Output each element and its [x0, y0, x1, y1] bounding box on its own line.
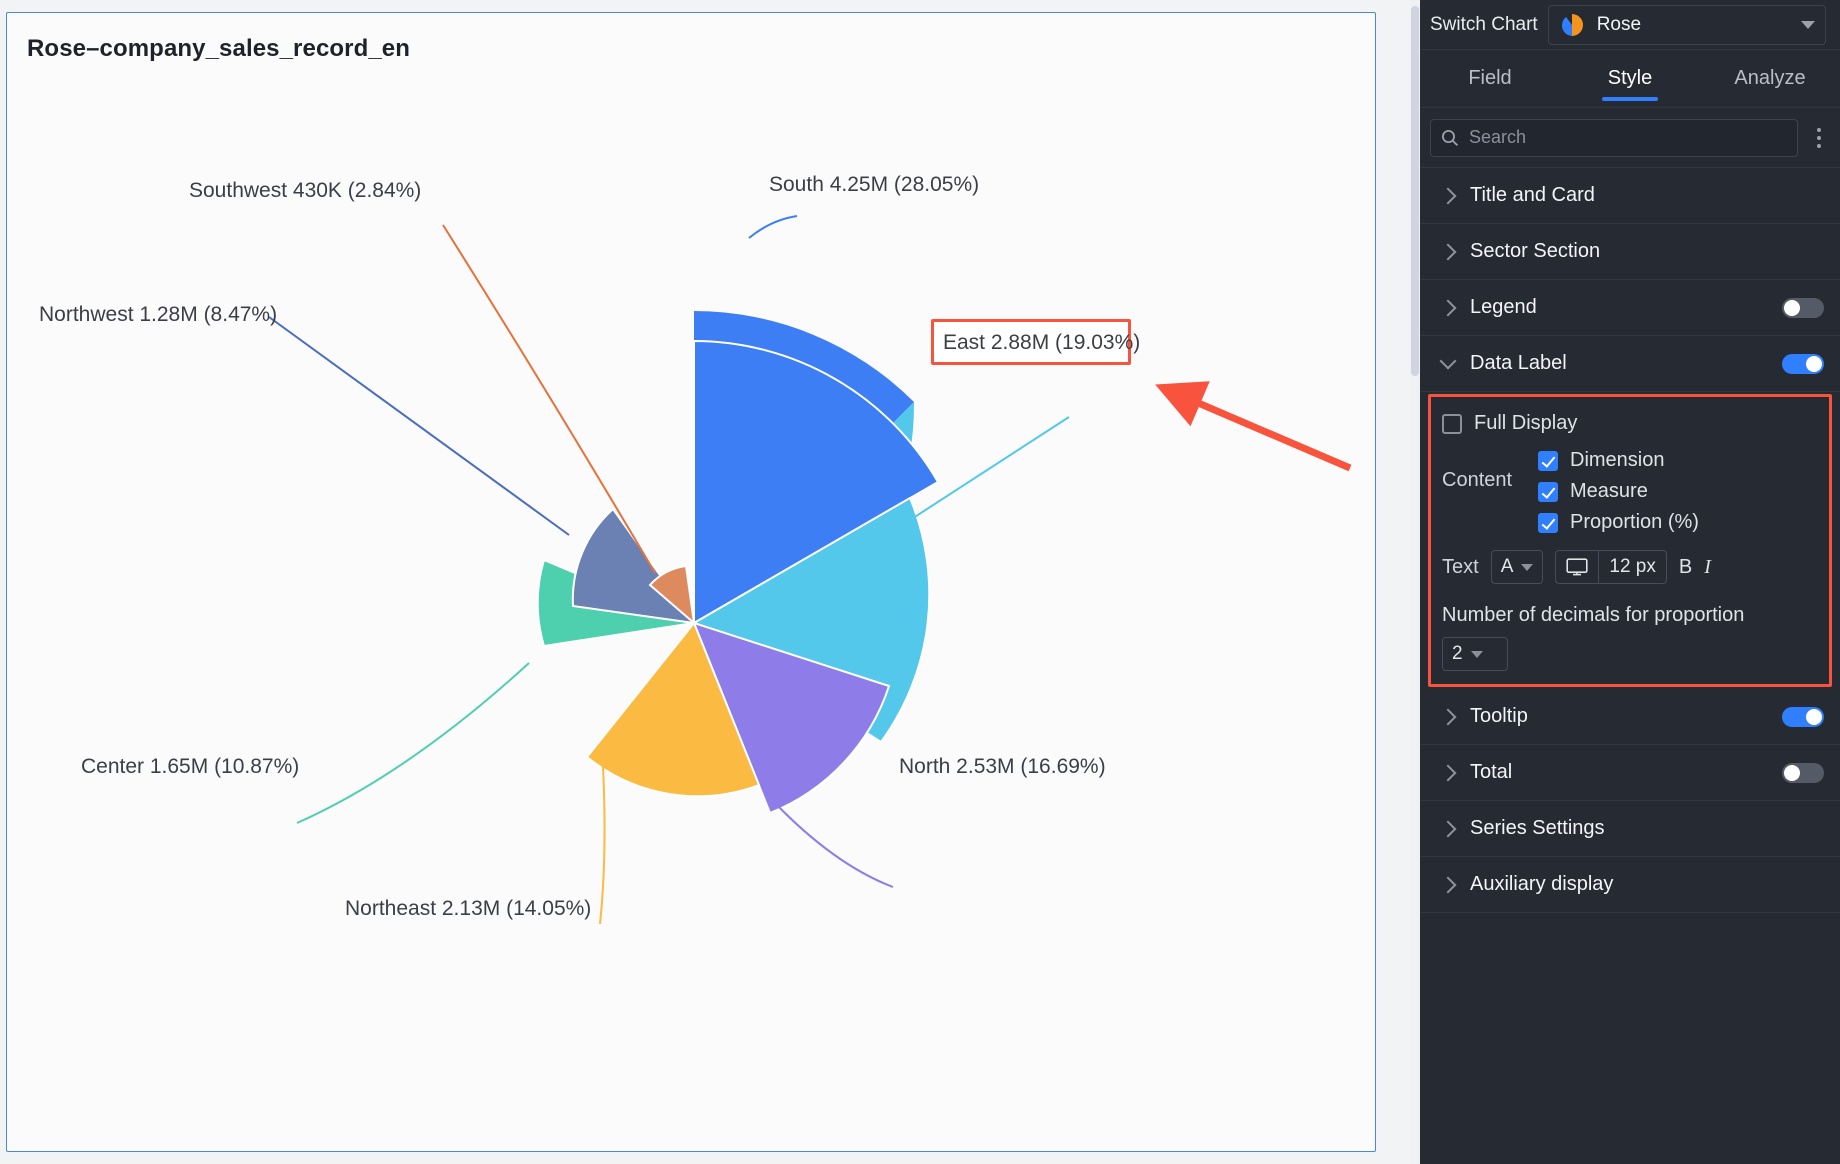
- text-style-row: Text A 12 px B I: [1442, 550, 1824, 584]
- chart-type-select[interactable]: Rose: [1547, 4, 1826, 45]
- chart-card[interactable]: Rose–company_sales_record_en South 4.25M…: [6, 12, 1376, 1152]
- content-option-dimension[interactable]: Dimension: [1538, 449, 1699, 472]
- chevron-down-icon: [1521, 563, 1534, 571]
- font-size-value[interactable]: 12 px: [1598, 551, 1665, 583]
- section-label: Title and Card: [1470, 184, 1595, 206]
- chevron-right-icon: [1439, 820, 1457, 837]
- chevron-down-icon: [1439, 352, 1457, 370]
- rose-chart-icon: [1561, 13, 1583, 36]
- bold-button[interactable]: B: [1679, 556, 1692, 579]
- font-family-select[interactable]: A: [1490, 550, 1544, 584]
- section-label: Legend: [1470, 296, 1537, 318]
- section-label: Series Settings: [1470, 817, 1605, 839]
- decimals-value: 2: [1452, 643, 1463, 664]
- section-data-label[interactable]: Data Label: [1420, 336, 1840, 392]
- proportion-checkbox[interactable]: [1538, 512, 1558, 533]
- chart-canvas-area: Rose–company_sales_record_en South 4.25M…: [0, 0, 1410, 1164]
- legend-toggle[interactable]: [1782, 297, 1824, 318]
- style-panel: Switch Chart Rose Field Style Analyze Se…: [1410, 0, 1840, 1164]
- content-option-proportion[interactable]: Proportion (%): [1538, 511, 1699, 534]
- text-label: Text: [1442, 555, 1479, 578]
- rose-sectors-final: [536, 339, 940, 815]
- section-label: Total: [1470, 761, 1513, 783]
- panel-tabs: Field Style Analyze: [1420, 50, 1840, 108]
- leader-line-northwest: [268, 316, 570, 536]
- data-label-south: South 4.25M (28.05%): [769, 173, 980, 196]
- full-display-checkbox[interactable]: [1442, 413, 1462, 434]
- decimals-title: Number of decimals for proportion: [1442, 604, 1745, 626]
- dimension-label: Dimension: [1570, 449, 1665, 471]
- tab-field[interactable]: Field: [1420, 50, 1560, 107]
- search-icon: [1442, 129, 1459, 146]
- panel-scrollbar-thumb[interactable]: [1411, 6, 1419, 376]
- chevron-right-icon: [1439, 764, 1457, 781]
- section-legend[interactable]: Legend: [1420, 280, 1840, 336]
- data-label-southwest: Southwest 430K (2.84%): [189, 179, 422, 202]
- content-option-measure[interactable]: Measure: [1538, 480, 1699, 503]
- section-label: Data Label: [1470, 352, 1567, 374]
- data-label-northwest: Northwest 1.28M (8.47%): [39, 303, 278, 326]
- section-title-and-card[interactable]: Title and Card: [1420, 168, 1840, 224]
- total-toggle[interactable]: [1782, 762, 1824, 783]
- dimension-checkbox[interactable]: [1538, 450, 1558, 471]
- proportion-label: Proportion (%): [1570, 511, 1699, 533]
- decimals-select[interactable]: 2: [1442, 637, 1508, 671]
- monitor-icon: [1566, 558, 1588, 576]
- panel-search-row: [1420, 108, 1840, 168]
- chart-type-name: Rose: [1596, 13, 1642, 35]
- section-series-settings[interactable]: Series Settings: [1420, 801, 1840, 857]
- data-label-north: North 2.53M (16.69%): [899, 755, 1106, 778]
- section-tooltip[interactable]: Tooltip: [1420, 689, 1840, 745]
- tooltip-toggle[interactable]: [1782, 706, 1824, 727]
- data-label-east: East 2.88M (19.03%): [943, 331, 1141, 354]
- section-label: Auxiliary display: [1470, 873, 1614, 895]
- data-label-toggle[interactable]: [1782, 353, 1824, 374]
- chevron-right-icon: [1439, 708, 1457, 725]
- screen-size-icon-cell[interactable]: [1556, 551, 1598, 583]
- data-label-center: Center 1.65M (10.87%): [81, 755, 300, 778]
- content-label: Content: [1442, 469, 1513, 491]
- section-total[interactable]: Total: [1420, 745, 1840, 801]
- leader-line-north: [774, 802, 894, 888]
- chevron-right-icon: [1439, 187, 1457, 204]
- chevron-down-icon: [1470, 650, 1483, 658]
- search-box[interactable]: [1430, 118, 1798, 157]
- font-family-value: A: [1500, 556, 1514, 577]
- section-auxiliary-display[interactable]: Auxiliary display: [1420, 857, 1840, 913]
- panel-more-options-icon[interactable]: [1808, 127, 1830, 148]
- leader-line-center: [296, 662, 530, 824]
- data-label-settings: Full Display Content Dimension Measure P…: [1420, 392, 1840, 689]
- section-sector-section[interactable]: Sector Section: [1420, 224, 1840, 280]
- full-display-label: Full Display: [1474, 412, 1578, 434]
- tab-analyze[interactable]: Analyze: [1700, 50, 1840, 107]
- font-size-group[interactable]: 12 px: [1555, 550, 1667, 584]
- east-label-highlight-box: East 2.88M (19.03%): [931, 319, 1140, 365]
- section-label: Tooltip: [1470, 705, 1528, 727]
- search-input[interactable]: [1469, 127, 1787, 148]
- panel-scrollbar-track[interactable]: [1410, 0, 1420, 1164]
- leader-line-northeast: [599, 747, 606, 925]
- measure-label: Measure: [1570, 480, 1648, 502]
- measure-checkbox[interactable]: [1538, 481, 1558, 502]
- chevron-right-icon: [1439, 299, 1457, 316]
- chevron-right-icon: [1439, 876, 1457, 893]
- chevron-down-icon: [1801, 20, 1815, 29]
- chevron-right-icon: [1439, 243, 1457, 260]
- switch-chart-label: Switch Chart: [1430, 13, 1538, 35]
- leader-line-south: [748, 215, 798, 239]
- full-display-row[interactable]: Full Display: [1442, 412, 1824, 435]
- content-group: Content Dimension Measure Proportion (%): [1442, 449, 1824, 534]
- italic-button[interactable]: I: [1704, 556, 1711, 579]
- tab-style[interactable]: Style: [1560, 50, 1700, 107]
- section-label: Sector Section: [1470, 240, 1601, 262]
- data-label-northeast: Northeast 2.13M (14.05%): [345, 897, 592, 920]
- switch-chart-row: Switch Chart Rose: [1420, 0, 1840, 50]
